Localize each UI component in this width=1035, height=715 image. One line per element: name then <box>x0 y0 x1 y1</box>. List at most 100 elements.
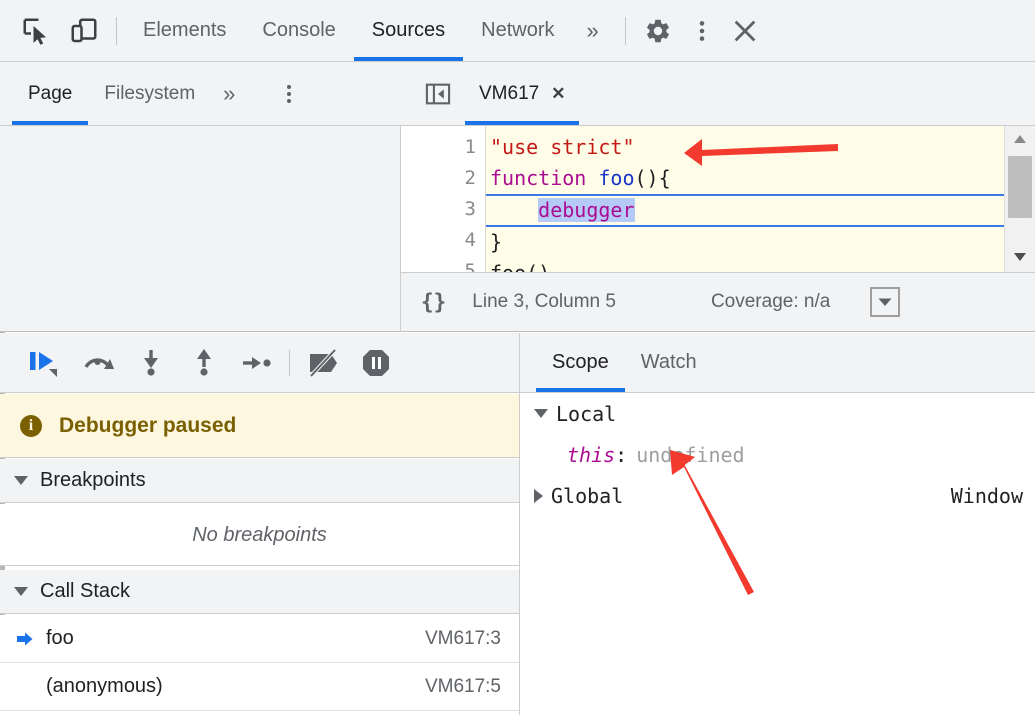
tab-network[interactable]: Network <box>463 0 572 61</box>
editor-line-number-gutter[interactable]: 1 2 3 4 5 <box>401 126 486 272</box>
file-tab-vm617[interactable]: VM617 ✕ <box>465 62 579 125</box>
call-stack-function-name: foo <box>46 627 74 650</box>
breakpoints-title: Breakpoints <box>40 469 146 492</box>
editor-code-content[interactable]: "use strict" function foo(){ debugger } … <box>486 126 1035 272</box>
chevron-down-icon <box>534 409 548 418</box>
scope-property-value: undefined <box>636 443 744 467</box>
code-token-punct: (){ <box>635 166 671 190</box>
gear-icon[interactable] <box>634 7 682 55</box>
show-navigator-icon[interactable] <box>417 73 459 115</box>
sidebar-item-filesystem[interactable]: Filesystem <box>88 62 211 125</box>
coverage-label: Coverage: n/a <box>711 291 830 313</box>
breakpoints-section-header[interactable]: Breakpoints <box>0 459 520 503</box>
tab-elements[interactable]: Elements <box>125 0 244 61</box>
step-icon[interactable] <box>230 339 283 387</box>
line-number: 4 <box>401 225 485 256</box>
code-editor[interactable]: 1 2 3 4 5 "use strict" function foo(){ d… <box>401 126 1035 272</box>
info-icon: i <box>20 415 42 437</box>
close-icon[interactable] <box>722 7 768 55</box>
line-number: 2 <box>401 163 485 194</box>
code-token-keyword: function <box>490 166 598 190</box>
line-number: 5 <box>401 256 485 272</box>
tab-network-label: Network <box>481 19 554 42</box>
code-indent <box>490 198 538 222</box>
debugger-paused-banner: i Debugger paused <box>0 394 520 458</box>
kebab-menu-icon[interactable] <box>682 7 722 55</box>
sidebar-item-page[interactable]: Page <box>12 62 88 125</box>
sidebar-item-filesystem-label: Filesystem <box>104 83 195 105</box>
code-line-2: function foo(){ <box>486 163 1035 194</box>
call-stack-function-name: (anonymous) <box>46 675 163 698</box>
code-line-5: foo() <box>486 258 1035 272</box>
scroll-up-arrow-icon[interactable] <box>1005 126 1035 152</box>
code-token-call: foo() <box>490 261 550 272</box>
navigator-tabbar: Page Filesystem » <box>0 62 401 126</box>
toolbar-divider <box>116 17 117 45</box>
line-number: 3 <box>401 194 485 225</box>
tab-scope-label: Scope <box>552 351 609 374</box>
scope-group-global-label: Global <box>551 484 623 508</box>
call-stack-section-header[interactable]: Call Stack <box>0 570 520 614</box>
tab-watch[interactable]: Watch <box>625 333 713 392</box>
code-line-1: "use strict" <box>486 132 1035 163</box>
editor-scrollbar-thumb[interactable] <box>1008 156 1032 218</box>
show-drawer-icon[interactable] <box>870 287 900 317</box>
breakpoints-list: No breakpoints <box>0 504 520 566</box>
scope-tree: Local this: undefined Global Window <box>520 393 1035 715</box>
cursor-position-label: Line 3, Column 5 <box>472 291 616 313</box>
call-stack-location: VM617:5 <box>425 676 501 698</box>
sidebar-item-page-label: Page <box>28 83 72 105</box>
tab-watch-label: Watch <box>641 351 697 374</box>
tab-sources[interactable]: Sources <box>354 0 463 61</box>
scope-group-global[interactable]: Global Window <box>520 475 1035 516</box>
scope-group-global-value: Window <box>951 484 1023 508</box>
pause-on-exceptions-icon[interactable] <box>349 339 402 387</box>
device-toolbar-icon[interactable] <box>60 7 108 55</box>
code-token-brace: } <box>490 230 502 254</box>
step-out-of-current-function-icon[interactable] <box>177 339 230 387</box>
call-stack-row-anonymous[interactable]: (anonymous) VM617:5 <box>0 663 519 711</box>
inspect-cursor-icon[interactable] <box>12 7 60 55</box>
pretty-print-icon[interactable]: {} <box>421 290 446 314</box>
tab-scope[interactable]: Scope <box>536 333 625 392</box>
editor-tabbar: VM617 ✕ <box>401 62 1035 126</box>
step-over-next-call-icon[interactable] <box>71 339 124 387</box>
navigator-menu-icon[interactable] <box>271 74 307 114</box>
breakpoints-empty-message: No breakpoints <box>0 504 519 566</box>
deactivate-breakpoints-icon[interactable] <box>296 339 349 387</box>
scope-watch-tabbar: Scope Watch <box>520 333 1035 393</box>
scope-property-this[interactable]: this: undefined <box>520 434 1035 475</box>
scroll-down-arrow-icon[interactable] <box>1005 244 1035 270</box>
navigator-file-tree[interactable] <box>0 126 401 332</box>
file-tab-label: VM617 <box>479 83 539 105</box>
editor-scrollbar[interactable] <box>1004 126 1035 272</box>
tab-console-label: Console <box>262 19 335 42</box>
scope-property-key: this <box>567 443 615 467</box>
resume-script-execution-icon[interactable] <box>18 339 71 387</box>
current-frame-arrow-icon <box>16 631 38 647</box>
code-line-3-execution-highlight: debugger <box>486 194 1035 227</box>
call-stack-location: VM617:3 <box>425 628 501 650</box>
more-tabs-button[interactable]: » <box>573 0 611 61</box>
debugger-controls-toolbar <box>0 333 520 393</box>
line-number: 1 <box>401 132 485 163</box>
code-token-string: "use strict" <box>490 135 635 159</box>
navigator-more-button[interactable]: » <box>211 62 245 125</box>
step-into-next-call-icon[interactable] <box>124 339 177 387</box>
code-token-debugger-selected: debugger <box>538 198 634 222</box>
chevron-double-right-icon: » <box>223 81 233 107</box>
call-stack-list: foo VM617:3 (anonymous) VM617:5 <box>0 615 520 715</box>
debugger-paused-label: Debugger paused <box>59 414 236 438</box>
call-stack-row-foo[interactable]: foo VM617:3 <box>0 615 519 663</box>
toolbar-divider-2 <box>625 17 626 45</box>
scope-property-colon: : <box>615 443 627 467</box>
scope-group-local[interactable]: Local <box>520 393 1035 434</box>
file-tab-close-icon[interactable]: ✕ <box>551 85 565 102</box>
tab-sources-label: Sources <box>372 19 445 42</box>
chevron-down-icon <box>14 476 28 485</box>
tab-console[interactable]: Console <box>244 0 353 61</box>
code-line-4: } <box>486 227 1035 258</box>
secondary-tab-row: Page Filesystem » <box>0 62 1035 126</box>
chevron-right-icon <box>534 489 543 503</box>
debug-toolbar-divider <box>289 350 290 376</box>
